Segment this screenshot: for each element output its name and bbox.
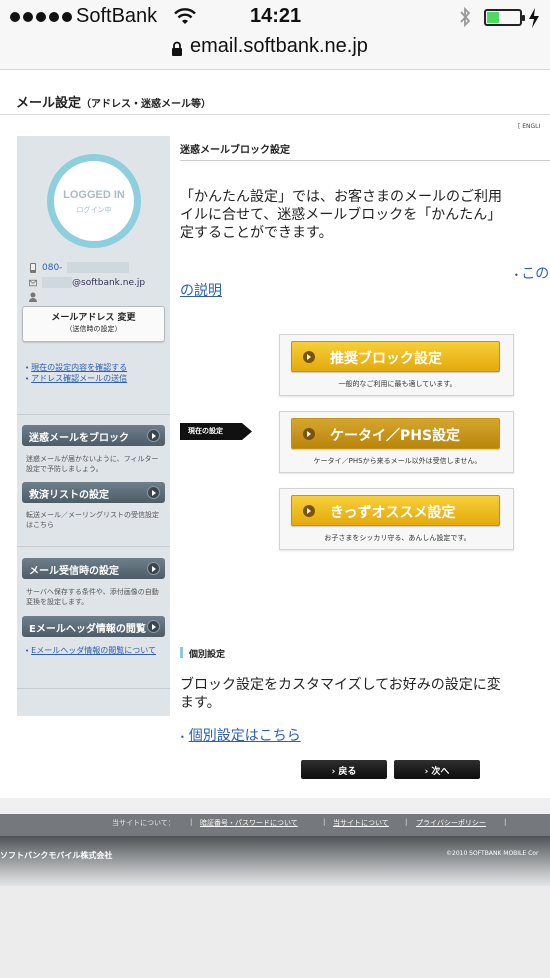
menu-header-info[interactable]: Eメールヘッダ情報の閲覧: [22, 616, 165, 637]
footer-nav: 当サイトについて： | 暗証番号・パスワードについて | 当サイトについて | …: [0, 814, 550, 836]
footer-bottom: ソフトバンクモバイル株式会社 ©2010 SOFTBANK MOBILE Cor: [0, 836, 550, 886]
arrow-right-icon: [147, 486, 160, 499]
phone-icon: [30, 262, 36, 273]
footer-privacy-link[interactable]: プライバシーポリシー: [416, 818, 486, 828]
explanation-link[interactable]: の説明: [180, 280, 222, 300]
url-text: email.softbank.ne.jp: [190, 35, 368, 57]
intro-text: 「かんたん設定」では、お客さまのメールのご利用 イルに合せて、迷惑メールブロック…: [180, 189, 502, 241]
kids-recommended-button[interactable]: きっずオススメ設定: [291, 495, 500, 526]
individual-settings-title: 個別設定: [180, 647, 225, 660]
signal-strength-icon: [10, 12, 72, 22]
wifi-icon: [174, 8, 196, 24]
section-title: 迷惑メールブロック設定: [180, 145, 290, 156]
status-bar: SoftBank 14:21: [0, 0, 550, 34]
account-user: [29, 292, 37, 302]
confirm-settings-link[interactable]: 現在の設定内容を確認する: [25, 362, 127, 373]
battery-level: [487, 12, 499, 23]
mail-icon: [29, 279, 37, 286]
arrow-right-icon: [147, 562, 160, 575]
header-info-link[interactable]: Eメールヘッダ情報の閲覧について: [25, 646, 165, 656]
copyright: ©2010 SOFTBANK MOBILE Cor: [446, 850, 539, 857]
back-button[interactable]: 戻る: [301, 760, 387, 779]
footer-about-label: 当サイトについて：: [112, 819, 175, 827]
logged-in-badge: LOGGED IN ログイン中: [47, 154, 141, 248]
user-icon: [29, 292, 37, 302]
english-link[interactable]: [ ENGLI: [518, 123, 540, 130]
next-button[interactable]: 次へ: [394, 760, 480, 779]
option-desc: お子さまをシッカリ守る、あんしん設定です。: [324, 534, 471, 542]
menu-receive-settings-desc: サーバへ保存する条件や、添付画像の自動変換を設定します。: [26, 588, 159, 606]
bluetooth-icon: [460, 6, 471, 28]
option-desc: ケータイ／PHSから来るメール以外は受信しません。: [313, 457, 482, 465]
charging-bolt-icon: [529, 8, 539, 28]
play-arrow-icon: [303, 505, 315, 517]
menu-rescue-list-desc: 転送メール／メーリングリストの受信設定はこちら: [26, 511, 159, 529]
page-title: メール設定（アドレス・迷惑メール等）: [16, 96, 212, 111]
account-phone: 080-: [29, 262, 130, 273]
page-header: メール設定（アドレス・迷惑メール等）: [0, 70, 550, 132]
carrier-name: SoftBank: [76, 5, 158, 27]
recommended-block-button[interactable]: 推奨ブロック設定: [291, 341, 500, 372]
play-arrow-icon: [303, 351, 315, 363]
page-subtitle: （アドレス・迷惑メール等）: [81, 99, 212, 110]
individual-settings-link[interactable]: 個別設定はこちら: [180, 725, 301, 745]
change-address-button[interactable]: メールアドレス 変更 （送信時の設定）: [22, 306, 165, 342]
arrow-right-icon: [147, 429, 160, 442]
sidebar: LOGGED IN ログイン中 080- @softbank.ne.jp メール…: [17, 136, 170, 716]
menu-block-spam-desc: 迷惑メールが届かないように、フィルター設定で予防しましょう。: [26, 455, 159, 473]
individual-settings-text: ブロック設定をカスタマイズしてお好みの設定に変 ます。: [180, 677, 501, 711]
option-card-recommended: 推奨ブロック設定 一般的なご利用に最も適しています。: [279, 334, 514, 396]
option-card-kids: きっずオススメ設定 お子さまをシッカリ守る、あんしん設定です。: [279, 488, 514, 550]
menu-block-spam[interactable]: 迷惑メールをブロック: [22, 425, 165, 446]
keitai-phs-button[interactable]: ケータイ／PHS設定: [291, 418, 500, 449]
current-setting-tag: 現在の設定: [180, 423, 252, 440]
lock-icon: [172, 41, 182, 56]
address-bar[interactable]: email.softbank.ne.jp: [0, 34, 550, 70]
menu-receive-settings[interactable]: メール受信時の設定: [22, 558, 165, 579]
option-desc: 一般的なご利用に最も適しています。: [338, 380, 457, 388]
send-confirmation-link[interactable]: アドレス確認メールの送信: [25, 373, 127, 384]
menu-rescue-list[interactable]: 救済リストの設定: [22, 482, 165, 503]
arrow-right-icon: [147, 620, 160, 633]
battery-icon: [484, 9, 525, 26]
explanation-link-start[interactable]: この: [514, 263, 549, 283]
option-card-keitai: ケータイ／PHS設定 ケータイ／PHSから来るメール以外は受信しません。: [279, 411, 514, 473]
clock: 14:21: [250, 5, 302, 27]
footer-password-link[interactable]: 暗証番号・パスワードについて: [200, 818, 298, 828]
footer-about-link[interactable]: 当サイトについて: [333, 818, 389, 828]
company-name: ソフトバンクモバイル株式会社: [0, 851, 113, 860]
play-arrow-icon: [303, 428, 315, 440]
account-email: @softbank.ne.jp: [29, 277, 145, 288]
